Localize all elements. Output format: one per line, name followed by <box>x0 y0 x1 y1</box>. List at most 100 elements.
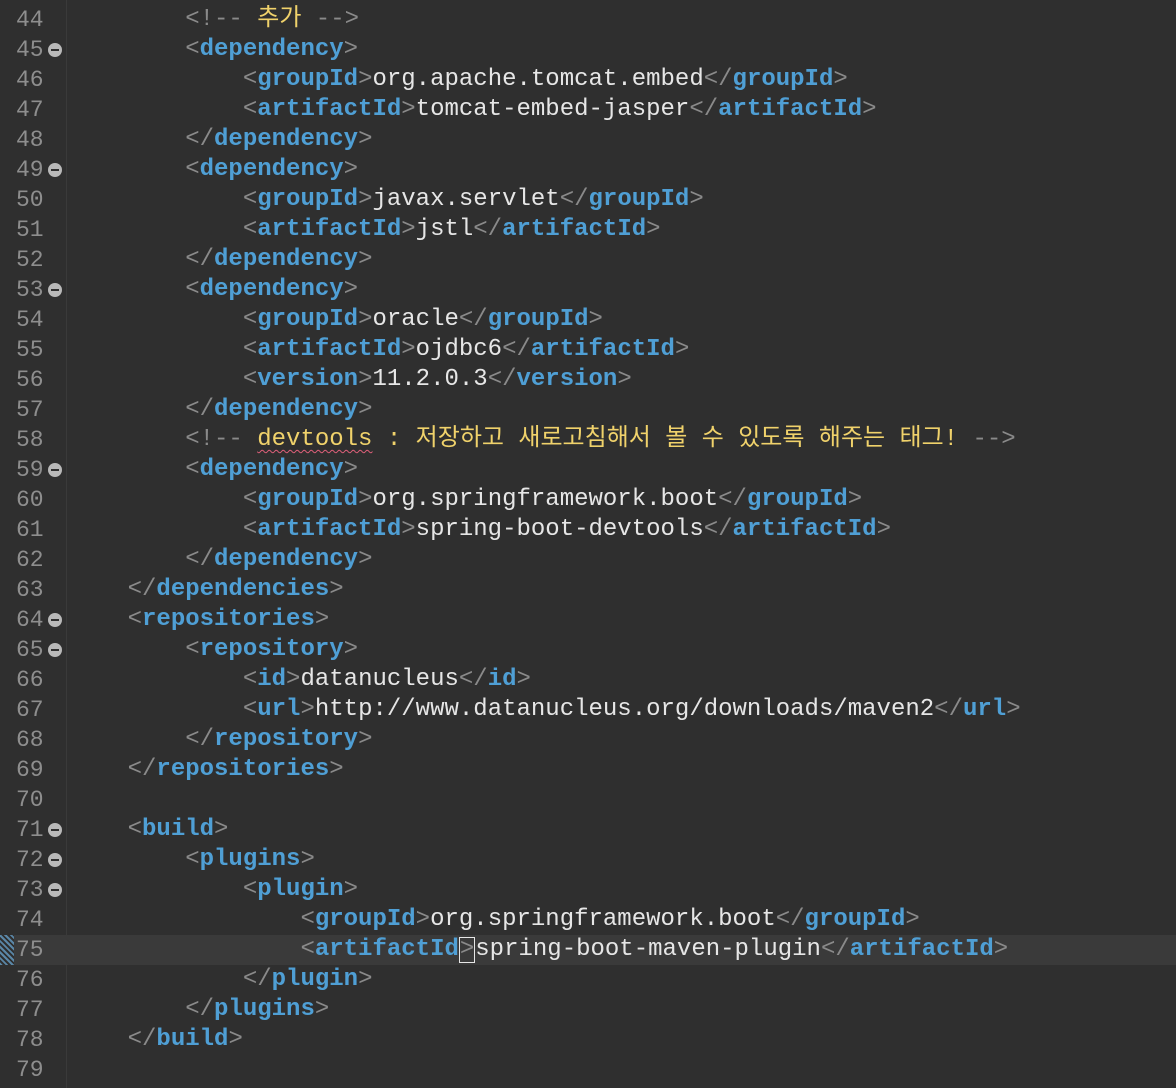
code-text[interactable]: <dependency> <box>70 275 358 305</box>
code-text[interactable]: </dependency> <box>70 395 372 425</box>
code-text[interactable]: <!-- 추가 --> <box>70 5 359 35</box>
fold-collapse-icon[interactable] <box>48 853 62 867</box>
code-text[interactable]: <plugins> <box>70 845 315 875</box>
code-line[interactable]: 49 <dependency> <box>0 155 1176 185</box>
code-line[interactable]: 69 </repositories> <box>0 755 1176 785</box>
code-line[interactable]: 77 </plugins> <box>0 995 1176 1025</box>
fold-collapse-icon[interactable] <box>48 613 62 627</box>
fold-collapse-icon[interactable] <box>48 463 62 477</box>
code-line[interactable]: 46 <groupId>org.apache.tomcat.embed</gro… <box>0 65 1176 95</box>
code-line[interactable]: 60 <groupId>org.springframework.boot</gr… <box>0 485 1176 515</box>
code-editor[interactable]: 44 <!-- 추가 --> 45 <dependency> 46 <groupId… <box>0 0 1176 1088</box>
code-text[interactable]: </repository> <box>70 725 372 755</box>
tag-name: id <box>487 666 517 693</box>
fold-collapse-icon[interactable] <box>48 283 62 297</box>
code-line[interactable]: 71 <build> <box>0 815 1176 845</box>
code-line[interactable]: 59 <dependency> <box>0 455 1176 485</box>
code-text[interactable]: </dependency> <box>70 125 372 155</box>
code-line[interactable]: 65 <repository> <box>0 635 1176 665</box>
code-text[interactable]: <dependency> <box>70 455 358 485</box>
code-text[interactable]: <id>datanucleus</id> <box>70 665 531 695</box>
code-text[interactable]: <artifactId>tomcat-embed-jasper</artifac… <box>70 95 877 125</box>
code-line[interactable]: 52 </dependency> <box>0 245 1176 275</box>
code-line[interactable]: 72 <plugins> <box>0 845 1176 875</box>
code-text[interactable]: <groupId>org.springframework.boot</group… <box>70 485 862 515</box>
tag-bracket: < <box>242 186 258 213</box>
code-line[interactable]: 56 <version>11.2.0.3</version> <box>0 365 1176 395</box>
fold-collapse-icon[interactable] <box>48 643 62 657</box>
code-text[interactable]: <groupId>org.springframework.boot</group… <box>70 905 919 935</box>
code-line[interactable]: 53 <dependency> <box>0 275 1176 305</box>
code-line[interactable]: 54 <groupId>oracle</groupId> <box>0 305 1176 335</box>
tag-bracket: > <box>993 936 1009 963</box>
code-text[interactable]: </plugins> <box>70 995 329 1025</box>
code-text[interactable]: <artifactId>ojdbc6</artifactId> <box>70 335 690 365</box>
code-line[interactable]: 62 </dependency> <box>0 545 1176 575</box>
line-number: 55 <box>16 337 44 363</box>
code-line[interactable]: 63 </dependencies> <box>0 575 1176 605</box>
code-text[interactable]: </dependency> <box>70 545 372 575</box>
tag-name: groupId <box>257 66 359 93</box>
code-line[interactable]: 68 </repository> <box>0 725 1176 755</box>
code-text[interactable]: <groupId>javax.servlet</groupId> <box>70 185 704 215</box>
tag-bracket: > <box>300 696 315 723</box>
code-line-current[interactable]: 75 <artifactId>spring-boot-maven-plugin<… <box>0 935 1176 965</box>
tag-bracket: < <box>242 666 258 693</box>
code-line[interactable]: 50 <groupId>javax.servlet</groupId> <box>0 185 1176 215</box>
code-text[interactable]: </dependencies> <box>70 575 344 605</box>
code-line[interactable]: 55 <artifactId>ojdbc6</artifactId> <box>0 335 1176 365</box>
code-line[interactable]: 64 <repositories> <box>0 605 1176 635</box>
fold-collapse-icon[interactable] <box>48 43 62 57</box>
tag-name: plugin <box>271 966 359 993</box>
code-text[interactable]: <url>http://www.datanucleus.org/download… <box>70 695 1021 725</box>
code-text[interactable]: </repositories> <box>70 755 344 785</box>
code-line[interactable]: 74 <groupId>org.springframework.boot</gr… <box>0 905 1176 935</box>
tag-bracket: > <box>329 756 344 783</box>
code-text[interactable]: <repositories> <box>70 605 330 635</box>
code-line[interactable]: 45 <dependency> <box>0 35 1176 65</box>
tag-bracket: > <box>358 306 373 333</box>
code-line[interactable]: 47 <artifactId>tomcat-embed-jasper</arti… <box>0 95 1176 125</box>
tag-bracket: > <box>358 546 373 573</box>
tag-bracket: > <box>358 366 373 393</box>
code-text[interactable]: <build> <box>70 815 229 845</box>
code-text[interactable]: <version>11.2.0.3</version> <box>70 365 632 395</box>
code-text[interactable]: <repository> <box>70 635 358 665</box>
code-line[interactable]: 66 <id>datanucleus</id> <box>0 665 1176 695</box>
code-text[interactable]: </build> <box>70 1025 243 1055</box>
element-text: spring-boot-devtools <box>415 516 704 543</box>
code-line[interactable]: 67 <url>http://www.datanucleus.org/downl… <box>0 695 1176 725</box>
fold-collapse-icon[interactable] <box>48 163 62 177</box>
code-line[interactable]: 44 <!-- 추가 --> <box>0 5 1176 35</box>
code-line[interactable]: 73 <plugin> <box>0 875 1176 905</box>
tag-bracket: </ <box>473 216 503 243</box>
code-line[interactable]: 78 </build> <box>0 1025 1176 1055</box>
code-text[interactable]: <artifactId>jstl</artifactId> <box>70 215 661 245</box>
code-text[interactable]: <groupId>oracle</groupId> <box>70 305 603 335</box>
code-line[interactable]: 51 <artifactId>jstl</artifactId> <box>0 215 1176 245</box>
code-line[interactable]: 58 <!-- devtools : 저장하고 새로고침해서 볼 수 있도록 해… <box>0 425 1176 455</box>
code-line[interactable]: 79 <box>0 1055 1176 1085</box>
code-text[interactable]: <artifactId>spring-boot-maven-plugin</ar… <box>70 935 1008 965</box>
code-text[interactable]: <!-- devtools : 저장하고 새로고침해서 볼 수 있도록 해주는 … <box>70 425 1015 455</box>
code-line[interactable]: 48 </dependency> <box>0 125 1176 155</box>
element-text: jstl <box>415 216 474 243</box>
code-text[interactable]: </dependency> <box>70 245 372 275</box>
code-text[interactable]: </plugin> <box>70 965 373 995</box>
tag-bracket: < <box>242 696 258 723</box>
code-text[interactable]: <groupId>org.apache.tomcat.embed</groupI… <box>70 65 848 95</box>
code-line[interactable]: 76 </plugin> <box>0 965 1176 995</box>
code-text[interactable]: <dependency> <box>70 35 358 65</box>
code-line[interactable]: 61 <artifactId>spring-boot-devtools</art… <box>0 515 1176 545</box>
code-text[interactable]: <dependency> <box>70 155 358 185</box>
fold-collapse-icon[interactable] <box>48 823 62 837</box>
code-line[interactable]: 57 </dependency> <box>0 395 1176 425</box>
code-line[interactable]: 70 <box>0 785 1176 815</box>
fold-collapse-icon[interactable] <box>48 883 62 897</box>
tag-bracket: < <box>242 216 258 243</box>
tag-name: build <box>142 816 215 843</box>
tag-bracket: </ <box>718 486 747 513</box>
code-text[interactable]: <artifactId>spring-boot-devtools</artifa… <box>70 515 891 545</box>
code-text[interactable]: <plugin> <box>70 875 358 905</box>
